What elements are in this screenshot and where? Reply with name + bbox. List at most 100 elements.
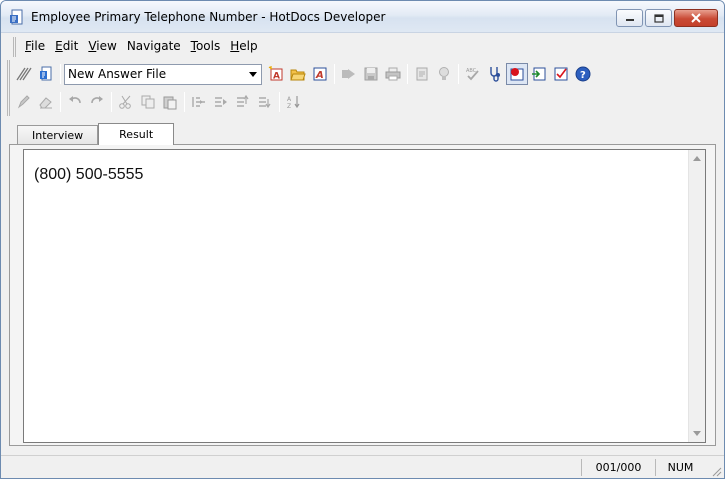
assemble-arrow-icon [342,69,355,79]
format-button[interactable] [13,91,35,113]
document-preview[interactable]: (800) 500-5555 [23,149,706,443]
maximize-icon [653,13,664,23]
assemble-button[interactable] [338,63,360,85]
stethoscope-icon [490,67,500,82]
toolbar-separator [407,64,408,84]
eraser-icon [39,97,52,109]
help-button[interactable]: ? [572,63,594,85]
menu-edit[interactable]: Edit [50,37,83,57]
indent-icon [215,97,227,107]
redo-button[interactable] [86,91,108,113]
undo-button[interactable] [64,91,86,113]
result-panel: (800) 500-5555 [9,144,716,446]
minimize-icon [625,19,634,21]
save-button[interactable] [360,63,382,85]
document-text: (800) 500-5555 [34,166,144,183]
tab-interview[interactable]: Interview [17,125,99,145]
move-right-button[interactable] [210,91,232,113]
lightbulb-icon [439,67,449,80]
page-indicator: 001/000 [581,459,655,476]
edit-toolbar: AZ [7,88,305,116]
folder-open-icon [290,69,306,81]
eraser-button[interactable] [35,91,57,113]
toolbar-separator [184,92,185,112]
maximize-button[interactable] [645,9,672,27]
cut-button[interactable] [115,91,137,113]
close-icon [691,13,701,23]
menu-view[interactable]: View [83,37,121,57]
quick-launch-button[interactable] [13,63,35,85]
edit-answer-file-button[interactable]: A [309,63,331,85]
answer-file-value: New Answer File [68,67,167,81]
svg-text:A: A [273,72,280,82]
move-left-button[interactable] [188,91,210,113]
tab-result[interactable]: Result [98,123,175,145]
svg-text:A: A [287,96,292,103]
toolbar-separator [279,92,280,112]
answer-file-select[interactable]: New Answer File [64,63,262,85]
template-button[interactable] [35,63,57,85]
undo-icon [69,96,81,104]
outdent-icon [192,97,205,107]
hotdocs-document-icon [9,9,25,25]
checklist-icon [554,67,568,81]
copy-icon [141,95,155,109]
show-result-button[interactable] [506,63,528,85]
spell-check-icon: ABC [466,68,479,81]
resize-grip-icon[interactable] [710,465,722,477]
menu-help[interactable]: Help [225,37,262,57]
printer-icon [385,67,401,81]
menu-bar: File Edit View Navigate Tools Help [13,37,263,57]
vertical-scrollbar[interactable] [688,150,705,442]
svg-text:A: A [315,70,324,81]
test-mode-button[interactable] [484,63,506,85]
svg-text:Z: Z [287,103,291,110]
copy-button[interactable] [137,91,159,113]
standard-toolbar: New Answer File A A ABC ? [7,60,594,88]
toolbar-separator [334,64,335,84]
menu-file[interactable]: File [20,37,50,57]
help-circle-icon: ? [575,66,591,82]
title-bar[interactable]: Employee Primary Telephone Number - HotD… [1,1,724,33]
menu-tools[interactable]: Tools [186,37,226,57]
dialog-arrow-icon [532,67,546,81]
sort-az-icon: AZ [287,96,300,110]
move-up-button[interactable] [232,91,254,113]
move-down-icon [259,97,271,109]
toolbar-separator [111,92,112,112]
hotdocs-template-icon [40,66,52,81]
answer-file-icon: A [313,67,327,81]
close-button[interactable] [674,9,718,27]
toolbar-separator [60,92,61,112]
open-answer-file-button[interactable] [287,63,309,85]
scroll-up-icon[interactable] [693,156,701,161]
hint-button[interactable] [433,63,455,85]
paste-button[interactable] [159,91,181,113]
move-up-icon [237,94,249,107]
new-answer-file-button[interactable]: A [265,63,287,85]
view-tabs: Interview Result [17,123,175,145]
notes-button[interactable] [411,63,433,85]
next-unanswered-button[interactable] [528,63,550,85]
app-window: Employee Primary Telephone Number - HotD… [0,0,725,479]
minimize-button[interactable] [616,9,643,27]
move-down-button[interactable] [254,91,276,113]
scroll-down-icon[interactable] [693,431,701,436]
save-disk-icon [364,67,378,81]
paste-clipboard-icon [163,96,177,110]
brush-icon [17,95,30,109]
record-result-icon [510,68,524,81]
scissors-icon [119,95,131,109]
sort-button[interactable]: AZ [283,91,305,113]
toolbar-separator [60,64,61,84]
dropdown-arrow-icon [249,71,257,77]
spell-check-button[interactable]: ABC [462,63,484,85]
status-bar: 001/000 NUM [1,455,724,478]
print-button[interactable] [382,63,404,85]
svg-text:?: ? [580,70,586,81]
notepad-icon [416,67,428,81]
answer-summary-button[interactable] [550,63,572,85]
new-answer-icon: A [268,66,283,82]
menu-navigate[interactable]: Navigate [122,37,186,57]
hatch-icon [16,67,32,81]
